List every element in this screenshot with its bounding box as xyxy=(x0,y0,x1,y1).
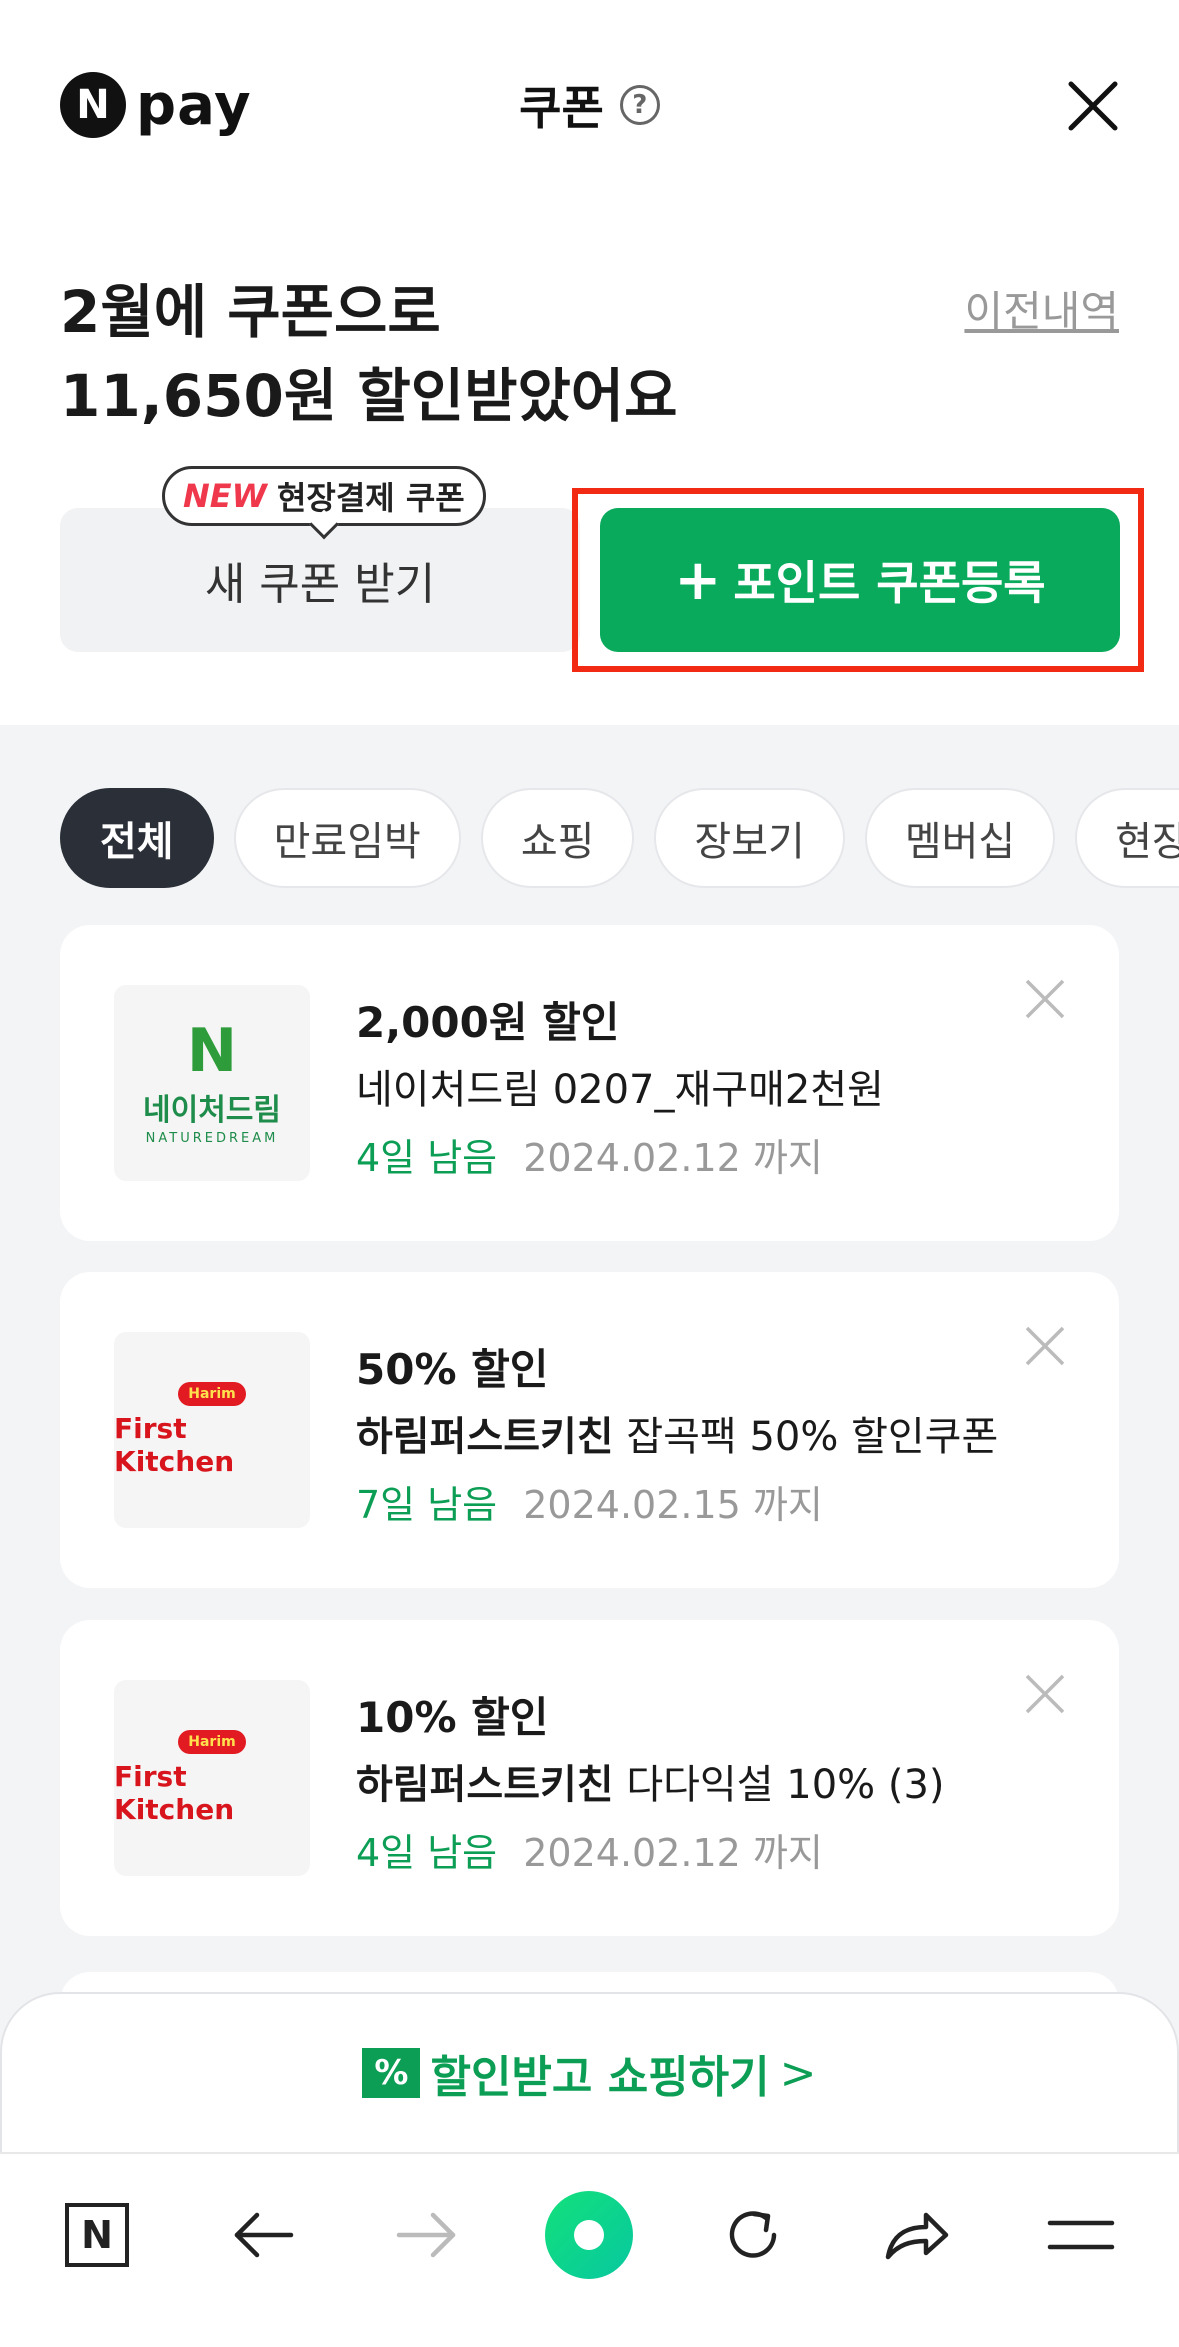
coupon-name: 하림퍼스트키친 잡곡팩 50% 할인쿠폰 xyxy=(356,1404,998,1462)
new-badge: NEW xyxy=(183,477,267,515)
forward-arrow-icon xyxy=(382,2190,472,2280)
coupon-days-left: 4일 남음 xyxy=(356,1831,498,1875)
shop-banner-label: 할인받고 쇼핑하기 xyxy=(430,2052,770,2103)
coupon-card[interactable]: Harim First Kitchen 10% 할인 하림퍼스트키친 다다익설 … xyxy=(60,1620,1119,1936)
first-kitchen-logo: Harim First Kitchen xyxy=(114,1680,310,1876)
naturedream-logo: N 네이처드림 NATUREDREAM xyxy=(114,985,310,1181)
home-letter: N xyxy=(81,2213,113,2257)
menu-icon[interactable] xyxy=(1036,2190,1126,2280)
chip-shopping[interactable]: 쇼핑 xyxy=(480,788,635,888)
highlight-box xyxy=(572,488,1144,672)
coupon-card[interactable]: N 네이처드림 NATUREDREAM 2,000원 할인 네이처드림 0207… xyxy=(60,925,1119,1241)
coupon-name: 하림퍼스트키친 다다익설 10% (3) xyxy=(356,1752,945,1810)
coupon-title: 다다익설 10% (3) xyxy=(626,1762,945,1808)
green-dot-icon[interactable] xyxy=(544,2190,634,2280)
coupon-days-left: 4일 남음 xyxy=(356,1136,498,1180)
coupon-brand: 하림퍼스트키친 xyxy=(356,1414,614,1460)
delete-coupon-icon[interactable] xyxy=(1023,977,1067,1021)
harim-badge: Harim xyxy=(178,1730,246,1754)
back-arrow-icon[interactable] xyxy=(218,2190,308,2280)
first-kitchen-text: First Kitchen xyxy=(114,1760,235,1826)
coupon-expiry: 4일 남음 2024.02.12 까지 xyxy=(356,1127,823,1182)
discount-summary: 2월에 쿠폰으로 11,650원 할인받았어요 xyxy=(60,270,678,438)
harim-badge: Harim xyxy=(178,1382,246,1406)
coupon-discount: 50% 할인 xyxy=(356,1345,549,1394)
chip-onsite[interactable]: 현장 xyxy=(1075,788,1179,888)
page-title: 쿠폰 xyxy=(519,81,604,135)
close-icon[interactable] xyxy=(1067,80,1119,132)
coupon-expiry: 7일 남음 2024.02.15 까지 xyxy=(356,1474,823,1529)
coupon-title: 잡곡팩 50% 할인쿠폰 xyxy=(626,1414,999,1460)
shop-with-discount-banner[interactable]: % 할인받고 쇼핑하기 > xyxy=(0,1992,1179,2152)
naturedream-logo-name: 네이처드림 xyxy=(143,1092,281,1128)
coupon-name: 네이처드림 0207_재구매2천원 xyxy=(356,1057,884,1115)
history-link[interactable]: 이전내역 xyxy=(964,278,1119,339)
browser-toolbar: N xyxy=(0,2152,1179,2347)
coupon-title: 네이처드림 0207_재구매2천원 xyxy=(356,1067,884,1113)
delete-coupon-icon[interactable] xyxy=(1023,1324,1067,1368)
tooltip-text: 현장결제 쿠폰 xyxy=(276,479,465,517)
naturedream-logo-mark: N xyxy=(186,1015,238,1086)
coupon-discount: 10% 할인 xyxy=(356,1693,549,1742)
naver-home-icon[interactable]: N xyxy=(52,2190,142,2280)
coupon-discount: 2,000원 할인 xyxy=(356,998,620,1047)
delete-coupon-icon[interactable] xyxy=(1023,1672,1067,1716)
header: N pay 쿠폰 ? xyxy=(0,0,1179,215)
chevron-right-icon: > xyxy=(779,2047,817,2099)
help-icon[interactable]: ? xyxy=(619,85,660,125)
coupon-brand: 하림퍼스트키친 xyxy=(356,1762,614,1808)
chip-membership[interactable]: 멤버십 xyxy=(864,788,1056,888)
summary-line-2: 11,650원 할인받았어요 xyxy=(60,362,678,430)
coupon-card[interactable]: Harim First Kitchen 50% 할인 하림퍼스트키친 잡곡팩 5… xyxy=(60,1272,1119,1588)
coupon-until: 2024.02.12 까지 xyxy=(523,1136,823,1180)
coupon-until: 2024.02.15 까지 xyxy=(523,1483,823,1527)
percent-icon: % xyxy=(362,2048,421,2098)
chip-expiring[interactable]: 만료임박 xyxy=(233,788,461,888)
share-icon[interactable] xyxy=(872,2190,962,2280)
chip-groceries[interactable]: 장보기 xyxy=(654,788,845,888)
summary-line-1: 2월에 쿠폰으로 xyxy=(60,278,441,346)
refresh-icon[interactable] xyxy=(708,2190,798,2280)
naturedream-logo-sub: NATUREDREAM xyxy=(145,1130,279,1146)
filter-chips: 전체 만료임박 쇼핑 장보기 멤버십 현장 xyxy=(60,788,1179,888)
coupon-days-left: 7일 남음 xyxy=(356,1483,498,1527)
first-kitchen-text: First Kitchen xyxy=(114,1412,235,1478)
onsite-coupon-tooltip: NEW 현장결제 쿠폰 xyxy=(162,466,486,526)
chip-all[interactable]: 전체 xyxy=(60,788,214,888)
first-kitchen-logo: Harim First Kitchen xyxy=(114,1332,310,1528)
coupon-expiry: 4일 남음 2024.02.12 까지 xyxy=(356,1822,823,1877)
coupon-until: 2024.02.12 까지 xyxy=(523,1831,823,1875)
